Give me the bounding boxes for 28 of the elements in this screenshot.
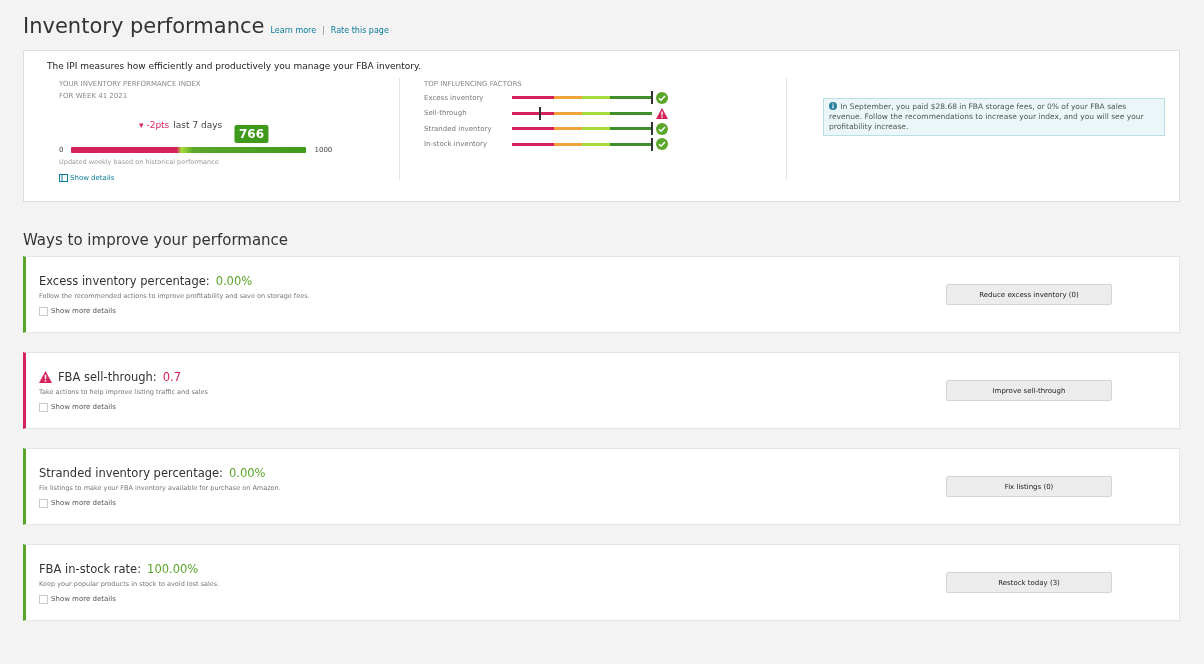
metric-value: 0.00% — [228, 465, 266, 480]
link-separator: | — [322, 26, 325, 35]
metric-title: FBA sell-through: — [58, 369, 157, 384]
warning-icon — [39, 370, 52, 383]
warning-icon — [656, 107, 668, 119]
check-icon — [656, 122, 668, 135]
details-checkbox[interactable] — [39, 594, 48, 604]
intro-text: The IPI measures how efficiently and productively you manage your FBA inventory. — [47, 61, 422, 71]
metric-title: Stranded inventory percentage: — [39, 465, 223, 480]
metric-value: 0.00% — [215, 273, 253, 288]
check-icon — [656, 138, 668, 151]
info-icon — [829, 102, 838, 110]
metric-value: 0.7 — [162, 369, 181, 384]
rate-page-link[interactable]: Rate this page — [330, 26, 389, 35]
details-checkbox[interactable] — [39, 498, 48, 508]
metric-title: FBA in-stock rate: — [39, 561, 142, 576]
metric-title: Excess inventory percentage: — [39, 273, 210, 288]
details-checkbox[interactable] — [39, 306, 48, 316]
panel-icon — [59, 174, 68, 182]
details-checkbox[interactable] — [39, 402, 48, 412]
trend-value: ▾ -2pts — [139, 120, 170, 130]
check-icon — [656, 91, 668, 104]
section-title: Ways to improve your performance — [23, 231, 290, 249]
trend-period: last 7 days — [173, 120, 223, 130]
metric-value: 100.00% — [147, 561, 199, 576]
score-badge: 766 — [234, 125, 268, 143]
page-title: Inventory performance — [23, 14, 265, 38]
learn-more-link[interactable]: Learn more — [270, 26, 317, 35]
